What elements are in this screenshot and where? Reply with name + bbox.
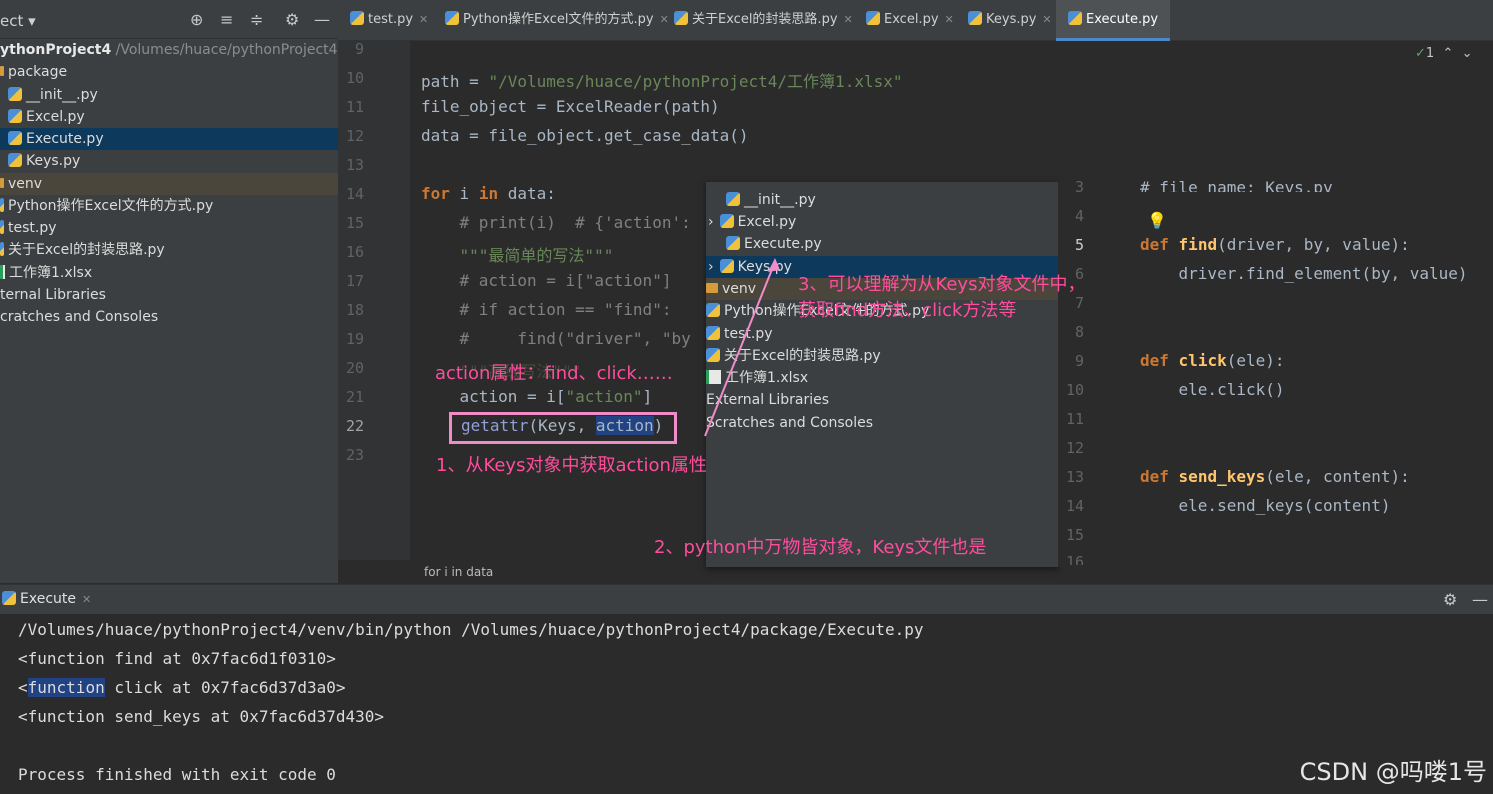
console-line: /Volumes/huace/pythonProject4/venv/bin/p… bbox=[18, 620, 924, 639]
annotation-step-1: 1、从Keys对象中获取action属性 bbox=[436, 455, 707, 476]
close-icon[interactable]: ✕ bbox=[82, 593, 91, 606]
annotation-action-attr: action属性：find、click…… bbox=[435, 363, 673, 384]
python-file-icon bbox=[2, 591, 16, 605]
console-line: <function click at 0x7fac6d37d3a0> bbox=[18, 678, 346, 697]
console-line: <function send_keys at 0x7fac6d37d430> bbox=[18, 707, 385, 726]
watermark: CSDN @吗喽1号 bbox=[1299, 758, 1487, 786]
annotation-step-2: 2、python中万物皆对象，Keys文件也是 bbox=[654, 537, 987, 558]
annotation-step-3-line2: 获取find方法、click方法等 bbox=[798, 300, 1017, 321]
minimize-icon[interactable]: — bbox=[1472, 590, 1488, 609]
console-line: <function find at 0x7fac6d1f0310> bbox=[18, 649, 336, 668]
annotation-step-3-line1: 3、可以理解为从Keys对象文件中， bbox=[798, 274, 1086, 295]
console-line: Process finished with exit code 0 bbox=[18, 765, 336, 784]
run-toolbar: Execute ✕ ⚙ — bbox=[0, 584, 1493, 615]
run-tab[interactable]: Execute ✕ bbox=[2, 591, 91, 607]
gear-icon[interactable]: ⚙ bbox=[1443, 590, 1457, 609]
